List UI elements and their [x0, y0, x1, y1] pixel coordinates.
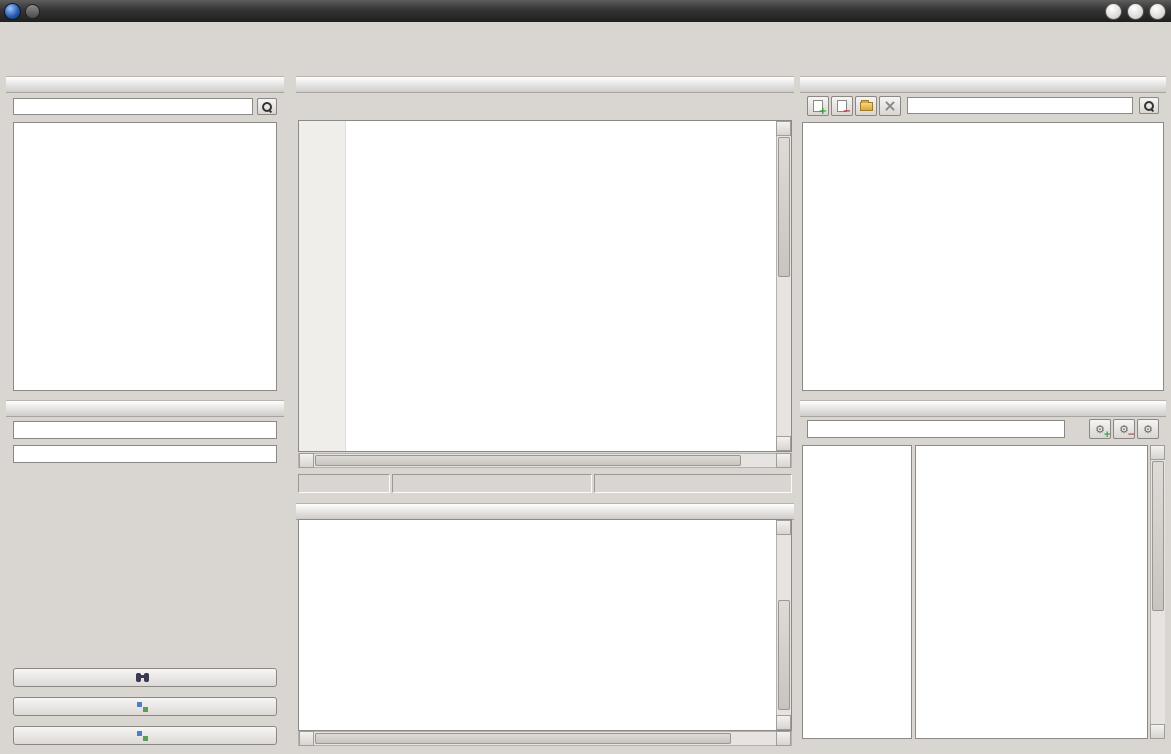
options-vertical-scrollbar[interactable] [1150, 445, 1165, 739]
static-explorer-panel [6, 76, 284, 398]
scroll-down-icon[interactable] [776, 436, 791, 451]
messages-horizontal-scrollbar[interactable] [298, 731, 792, 746]
minimize-button[interactable] [1105, 3, 1122, 20]
add-configuration-icon: ⚙+ [1095, 424, 1105, 435]
close-button[interactable] [1149, 3, 1166, 20]
status-info [392, 474, 592, 493]
folder-icon [860, 102, 873, 111]
inspector-toolbar [807, 96, 1159, 118]
scroll-up-icon[interactable] [776, 121, 791, 136]
scrollbar-thumb[interactable] [1152, 461, 1164, 611]
scroll-left-icon[interactable] [299, 453, 314, 468]
option-grid [915, 445, 1148, 739]
search-icon [261, 101, 273, 113]
replace-button[interactable] [13, 697, 277, 716]
edit-configuration-button[interactable]: ⚙ [1137, 419, 1159, 439]
explorer-search-button[interactable] [257, 98, 277, 115]
editor-vertical-scrollbar[interactable] [776, 121, 791, 451]
project-tree [802, 122, 1164, 391]
source-editor-header [296, 76, 794, 93]
app-icon [4, 3, 21, 20]
add-file-button[interactable] [807, 96, 829, 116]
scrollbar-thumb[interactable] [778, 600, 790, 710]
scrollbar-thumb[interactable] [778, 137, 790, 277]
messages-list [298, 519, 792, 731]
search-replace-header [6, 400, 284, 417]
remove-file-button[interactable] [831, 96, 853, 116]
static-explorer-header [6, 76, 284, 93]
add-file-icon [813, 100, 823, 112]
caret-position [298, 474, 390, 493]
menubar [0, 22, 1171, 44]
editor-tabbar [298, 95, 792, 120]
edit-configuration-icon: ⚙ [1143, 424, 1153, 435]
option-categories-list [802, 445, 912, 739]
tools-icon [884, 100, 896, 112]
symbol-tree [13, 122, 277, 391]
messages-vertical-scrollbar[interactable] [776, 520, 791, 730]
search-replace-panel [6, 400, 284, 746]
scroll-right-icon[interactable] [776, 731, 791, 746]
line-number-gutter [299, 121, 346, 451]
scroll-right-icon[interactable] [776, 453, 791, 468]
replace-term-combo[interactable] [13, 445, 277, 463]
editor-statusbar [298, 474, 792, 493]
open-folder-button[interactable] [855, 96, 877, 116]
explorer-search-input[interactable] [13, 98, 253, 115]
project-configuration-panel: ⚙+ ⚙− ⚙ [800, 400, 1166, 746]
code-editor[interactable] [298, 120, 792, 452]
find-icon [136, 673, 149, 682]
messages-panel [296, 503, 794, 746]
search-options [22, 498, 278, 578]
remove-file-icon [837, 100, 847, 112]
find-button[interactable] [13, 668, 277, 687]
scroll-left-icon[interactable] [299, 731, 314, 746]
scroll-down-icon[interactable] [776, 715, 791, 730]
scroll-up-icon[interactable] [1150, 445, 1165, 460]
file-path [594, 474, 792, 493]
project-tools-button[interactable] [879, 96, 901, 116]
scrollbar-thumb[interactable] [315, 455, 741, 466]
add-configuration-button[interactable]: ⚙+ [1089, 419, 1111, 439]
scroll-down-icon[interactable] [1150, 724, 1165, 739]
inspector-filter-input[interactable] [907, 97, 1133, 114]
source-editor-panel [296, 76, 794, 500]
editor-horizontal-scrollbar[interactable] [298, 453, 792, 468]
project-configuration-header [800, 400, 1166, 417]
replace-all-button[interactable] [13, 726, 277, 745]
sticky-icon[interactable] [25, 4, 40, 19]
delete-configuration-icon: ⚙− [1119, 424, 1129, 435]
configuration-combo[interactable] [807, 420, 1065, 438]
search-icon [1143, 100, 1155, 112]
scrollbar-thumb[interactable] [315, 733, 731, 744]
scroll-up-icon[interactable] [776, 520, 791, 535]
messages-header [296, 503, 794, 520]
delete-configuration-button[interactable]: ⚙− [1113, 419, 1135, 439]
maximize-button[interactable] [1127, 3, 1144, 20]
project-inspector-panel [800, 76, 1166, 398]
replace-all-icon [137, 731, 149, 741]
project-inspector-header [800, 76, 1166, 93]
search-term-combo[interactable] [13, 421, 277, 439]
inspector-filter-button[interactable] [1139, 97, 1159, 114]
coedit-window: ⚙+ ⚙− ⚙ [0, 0, 1171, 754]
replace-icon [137, 702, 149, 712]
titlebar [0, 0, 1171, 22]
